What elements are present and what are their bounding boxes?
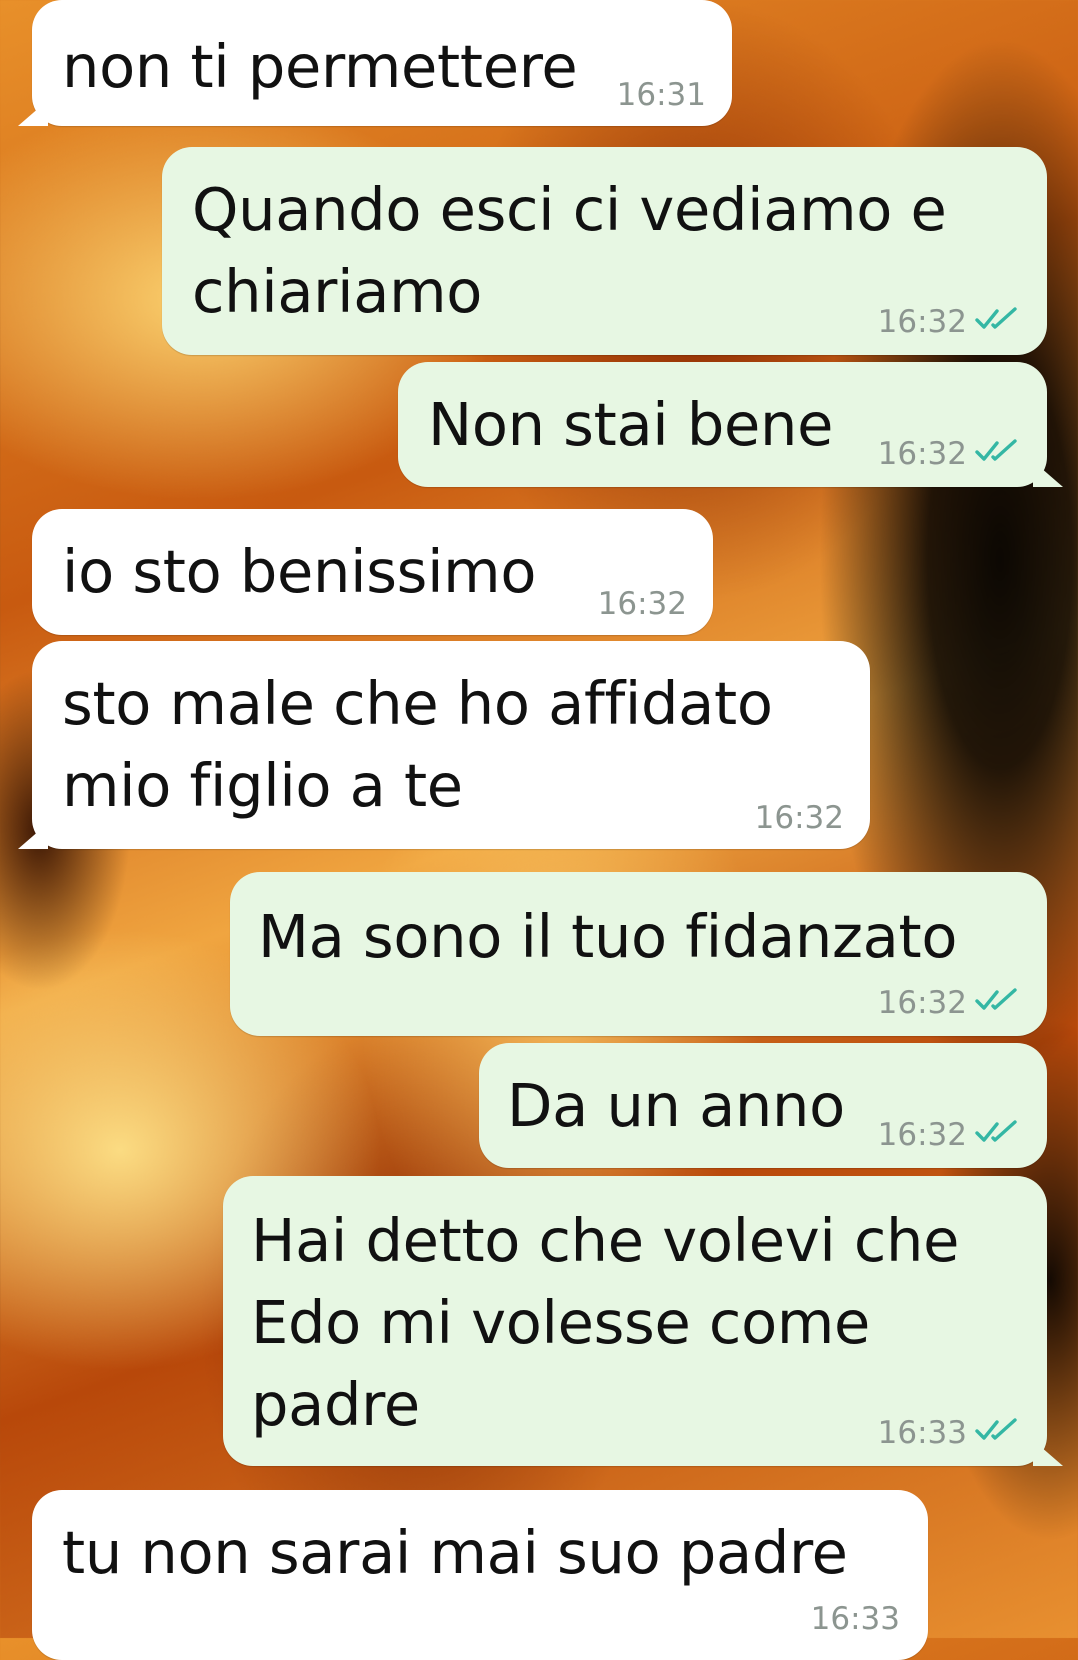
message-meta: 16:32 [878,305,1021,339]
message-text: Non stai bene [428,390,834,459]
double-check-icon [975,436,1021,470]
message-timestamp: 16:32 [877,985,967,1021]
message-text-line-1: Quando esci ci vediamo e [192,175,947,244]
message-text-line-1: Hai detto che volevi che [251,1206,960,1275]
message-meta: 16:32 [878,986,1021,1020]
bubble-tail [1033,1440,1063,1466]
message-bubble-incoming[interactable]: io sto benissimo 16:32 [32,509,713,635]
bubble-tail [18,823,48,849]
message-bubble-outgoing[interactable]: Hai detto che volevi che Edo mi volesse … [223,1176,1063,1466]
message-bubble-outgoing[interactable]: Ma sono il tuo fidanzato 16:32 [230,872,1047,1036]
message-timestamp: 16:32 [754,800,844,836]
double-check-icon [975,304,1021,338]
message-text-line-2: Edo mi volesse come [251,1288,871,1357]
message-timestamp: 16:32 [877,304,967,340]
message-text: Ma sono il tuo fidanzato [258,902,958,971]
message-meta: 16:32 [878,437,1021,471]
double-check-icon [975,1415,1021,1449]
message-text-line-2: chiariamo [192,257,483,326]
double-check-icon [975,985,1021,1019]
message-bubble-incoming[interactable]: non ti permettere 16:31 [18,0,732,126]
message-bubble-outgoing[interactable]: Quando esci ci vediamo e chiariamo 16:32 [162,147,1047,355]
message-text: io sto benissimo [62,537,537,606]
bubble-tail [18,100,48,126]
message-meta: 16:32 [878,1118,1021,1152]
message-timestamp: 16:32 [877,436,967,472]
double-check-icon [975,1117,1021,1151]
message-timestamp: 16:32 [877,1117,967,1153]
message-text: non ti permettere [62,32,578,101]
message-bubble-outgoing[interactable]: Non stai bene 16:32 [398,362,1063,487]
message-text: tu non sarai mai suo padre [62,1518,848,1587]
message-text-line-3: padre [251,1370,420,1439]
message-bubble-incoming[interactable]: tu non sarai mai suo padre 16:33 [32,1490,928,1660]
message-bubble-outgoing[interactable]: Da un anno 16:32 [479,1043,1047,1168]
bubble-tail [1033,461,1063,487]
message-timestamp: 16:33 [877,1415,967,1451]
message-meta: 16:33 [878,1416,1021,1450]
message-text-line-1: sto male che ho affidato [62,669,773,738]
message-bubble-incoming[interactable]: sto male che ho affidato mio figlio a te… [18,641,870,849]
message-text-line-2: mio figlio a te [62,751,463,820]
message-text: Da un anno [507,1071,845,1140]
message-timestamp: 16:32 [597,586,687,622]
message-timestamp: 16:33 [810,1601,900,1637]
message-timestamp: 16:31 [616,77,706,113]
